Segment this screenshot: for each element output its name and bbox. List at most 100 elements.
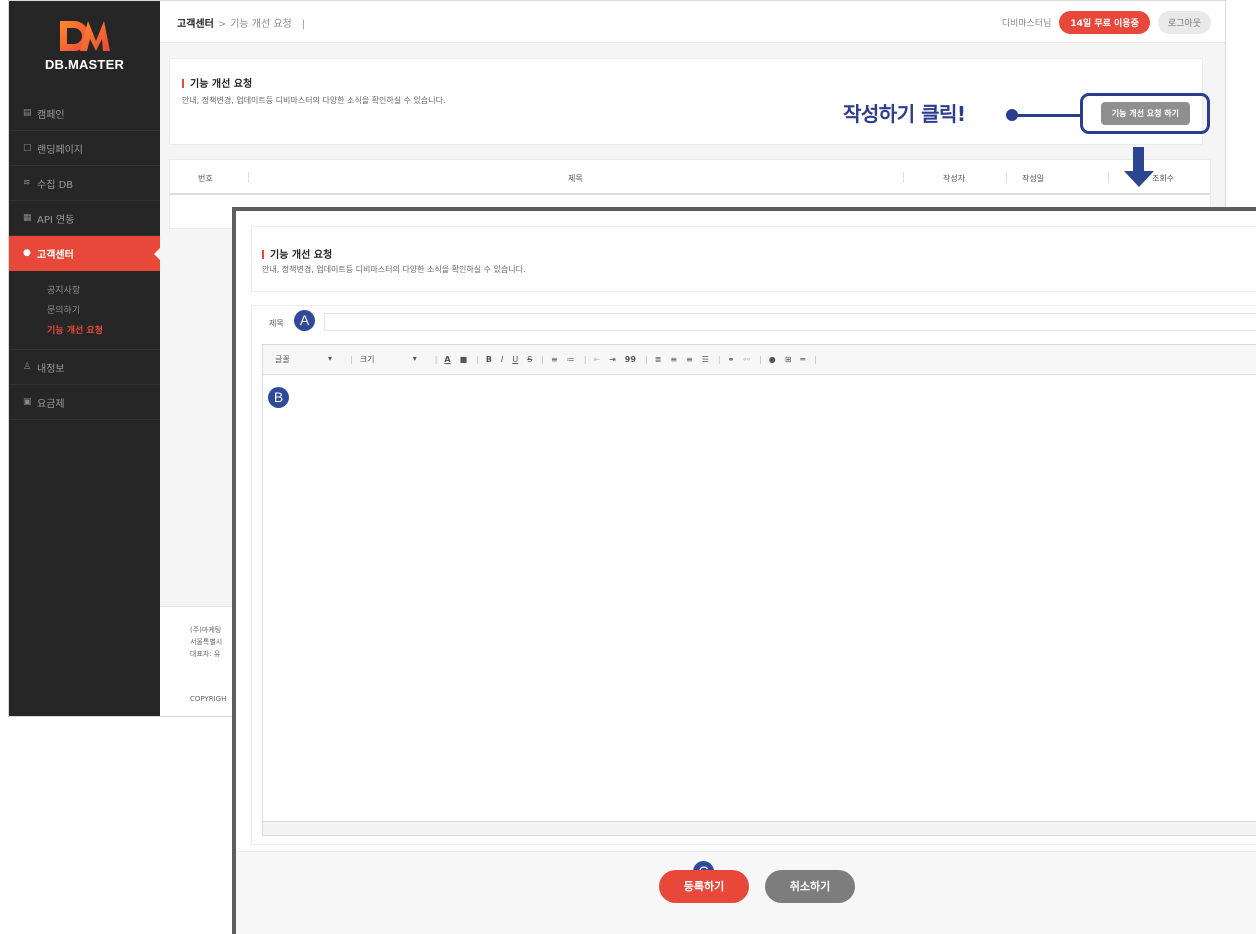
sidebar-item-label: 내정보 [37,363,65,375]
caret-down-icon: ▾ [412,354,417,363]
editor-resize-bar[interactable] [263,821,1256,835]
sidebar-item-api[interactable]: ▦ API 연동 [9,201,160,236]
logout-button[interactable]: 로그아웃 [1157,11,1211,34]
outdent-icon[interactable]: ⇤ [593,355,600,364]
sidebar-menu: ▤ 캠페인 □ 랜딩페이지 ≋ 수집 DB ▦ API 연동 ● 고객센터 공지… [9,96,160,420]
annotation-connector [1012,114,1082,117]
sidebar-item-label: 랜딩페이지 [37,144,83,156]
title-row: 제목 A [252,306,1256,336]
footer-address: 서울특별시 [190,638,223,646]
sidebar-item-my-info[interactable]: ♙ 내정보 [9,350,160,385]
align-justify-icon[interactable]: ☰ [702,355,709,364]
font-select[interactable]: 글꼴 ▾ [275,354,341,365]
sidebar-submenu: 공지사항 문의하기 기능 개선 요청 [9,271,160,350]
user-name: 디비마스터님 [1001,19,1052,29]
underline-icon[interactable]: U [512,355,518,364]
panel-title: 기능 개선 요청 [262,246,332,261]
down-arrow-icon [1133,147,1144,173]
column-divider [248,172,249,183]
column-date: 작성일 [1022,174,1045,183]
footer-ceo: 대표자: 유 [190,650,221,658]
toolbar-separator: | [583,355,587,364]
db-master-logo-icon [59,21,110,51]
sidebar-item-landing-page[interactable]: □ 랜딩페이지 [9,131,160,166]
down-arrow-head-icon [1124,171,1154,187]
font-color-icon[interactable]: A [444,355,450,364]
submenu-item-feature-request[interactable]: 기능 개선 요청 [47,321,160,341]
title-input[interactable] [324,313,1256,331]
sidebar-item-pricing[interactable]: ▣ 요금제 [9,385,160,420]
blockquote-icon[interactable]: 99 [625,355,636,364]
sidebar-item-campaign[interactable]: ▤ 캠페인 [9,96,160,131]
toolbar-separator: | [814,355,817,364]
panel-title: 기능 개선 요청 [182,75,252,90]
notice-panel: 기능 개선 요청 안내, 정책변경, 업데이트등 디비마스터의 다양한 소식을 … [169,58,1203,145]
submenu-item-inquiry[interactable]: 문의하기 [47,301,160,321]
logo[interactable]: DB.MASTER [9,19,160,72]
editor-toolbar: 글꼴 ▾ | 크기 ▾ | A ■ | B I U S | ≡ ≔ | ⇤ ⇥ … [263,345,1256,375]
wallet-icon: ▣ [23,396,32,407]
ordered-list-icon[interactable]: ≡ [551,355,558,364]
title-label: 제목 [269,319,284,328]
background-color-icon[interactable]: ■ [460,355,468,364]
toolbar-separator: | [476,355,479,364]
database-icon: ≋ [23,177,31,188]
submenu-item-notice[interactable]: 공지사항 [47,281,160,301]
annotation-highlight-frame [1080,93,1210,134]
toolbar-separator: | [434,355,438,364]
table-icon[interactable]: ⊞ [785,355,792,364]
indent-icon[interactable]: ⇥ [609,355,616,364]
breadcrumb-current: 기능 개선 요청 [230,19,292,30]
cancel-button[interactable]: 취소하기 [765,870,855,903]
page-icon: □ [23,142,32,153]
api-icon: ▦ [23,212,32,223]
column-author: 작성자 [943,174,966,183]
top-bar: 고객센터 > 기능 개선 요청 | 디비마스터님 14일 무료 이용중 로그아웃 [160,1,1225,43]
unordered-list-icon[interactable]: ≔ [567,355,575,364]
size-select[interactable]: 크기 ▾ [360,354,426,365]
submit-button[interactable]: 등록하기 [659,870,749,903]
font-select-label: 글꼴 [275,355,290,364]
toolbar-separator: | [644,355,648,364]
rich-text-editor[interactable]: 글꼴 ▾ | 크기 ▾ | A ■ | B I U S | ≡ ≔ | ⇤ ⇥ … [262,344,1256,836]
sidebar-item-customer-center[interactable]: ● 고객센터 [9,236,160,271]
breadcrumb: 고객센터 > 기능 개선 요청 | [177,15,309,30]
sidebar-item-label: 요금제 [37,398,65,410]
annotation-label: 작성하기 클릭! [843,102,966,126]
column-title: 제목 [568,174,583,183]
link-icon[interactable]: ⚭ [728,355,735,364]
strikethrough-icon[interactable]: S [527,355,532,364]
italic-icon[interactable]: I [501,355,503,364]
badge-a: A [294,310,315,331]
annotation-dot [1006,109,1018,121]
document-icon: ▤ [23,107,32,118]
sidebar: DB.MASTER ▤ 캠페인 □ 랜딩페이지 ≋ 수집 DB ▦ API 연동… [9,1,160,716]
horizontal-rule-icon[interactable]: ═ [800,355,805,364]
table-header: 번호 제목 작성자 작성일 조회수 [170,160,1210,195]
sidebar-item-collected-db[interactable]: ≋ 수집 DB [9,166,160,201]
toolbar-separator: | [541,355,544,364]
align-left-icon[interactable]: ≣ [655,355,662,364]
trial-badge[interactable]: 14일 무료 이용중 [1059,11,1150,34]
sidebar-item-label: API 연동 [37,214,75,226]
user-icon: ♙ [23,361,32,372]
breadcrumb-root[interactable]: 고객센터 [177,19,214,30]
form-notice-panel: 기능 개선 요청 안내, 정책변경, 업데이트등 디비마스터의 다양한 소식을 … [251,226,1256,292]
bold-icon[interactable]: B [486,355,492,364]
column-divider [1108,172,1109,183]
sidebar-item-label: 캠페인 [37,109,65,121]
breadcrumb-separator: > [217,19,227,30]
column-number: 번호 [198,174,213,183]
toolbar-separator: | [759,355,762,364]
unlink-icon[interactable]: ⚯ [743,355,750,364]
align-center-icon[interactable]: ≡ [670,355,677,364]
panel-description: 안내, 정책변경, 업데이트등 디비마스터의 다양한 소식을 확인하실 수 있습… [182,96,446,105]
top-bar-user: 디비마스터님 14일 무료 이용중 로그아웃 [1002,11,1211,34]
size-select-label: 크기 [359,355,375,364]
column-divider [903,172,904,183]
caret-down-icon: ▾ [327,354,332,363]
column-views: 조회수 [1152,174,1175,183]
write-form: 제목 A 글꼴 ▾ | 크기 ▾ | A ■ | B I U S | ≡ ≔ | [251,305,1256,845]
media-icon[interactable]: ● [769,355,776,364]
align-right-icon[interactable]: ≡ [686,355,693,364]
